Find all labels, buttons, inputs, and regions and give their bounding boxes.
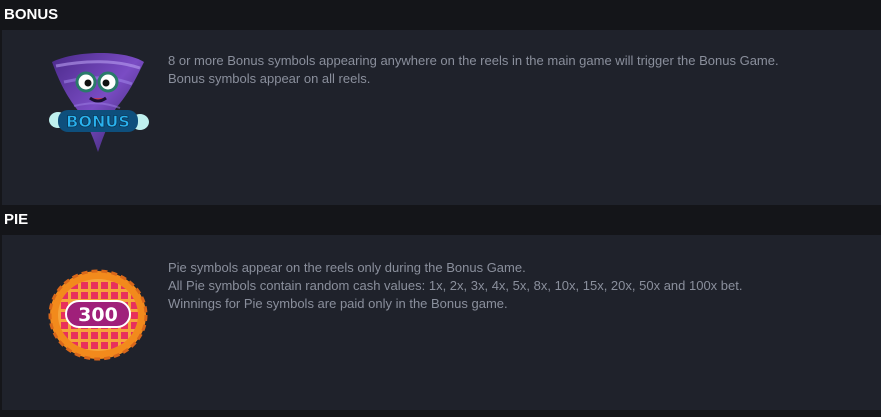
pie-description: Pie symbols appear on the reels only dur… — [168, 259, 742, 313]
bonus-description-line: 8 or more Bonus symbols appearing anywhe… — [168, 53, 779, 68]
bonus-symbol-label: BONUS — [66, 112, 130, 131]
pie-symbol-icon: 300 — [48, 269, 148, 361]
section-title-bonus: BONUS — [0, 0, 881, 30]
bonus-description: 8 or more Bonus symbols appearing anywhe… — [168, 52, 779, 88]
pie-panel: 300 Pie symbols appear on the reels only… — [2, 235, 881, 410]
pie-description-line: Winnings for Pie symbols are paid only i… — [168, 296, 508, 311]
bonus-description-line: Bonus symbols appear on all reels. — [168, 71, 371, 86]
section-pie: PIE 300 Pie symbols appear on the reels … — [0, 205, 881, 410]
pie-description-line: All Pie symbols contain random cash valu… — [168, 278, 743, 293]
section-bonus: BONUS BONUS 8 or more Bonus symbols appe… — [0, 0, 881, 205]
pie-symbol-value: 300 — [78, 304, 118, 326]
tornado-bonus-symbol-icon: BONUS — [49, 53, 149, 152]
pie-description-line: Pie symbols appear on the reels only dur… — [168, 260, 526, 275]
bonus-panel: BONUS 8 or more Bonus symbols appearing … — [2, 30, 881, 205]
section-title-pie: PIE — [0, 205, 881, 235]
